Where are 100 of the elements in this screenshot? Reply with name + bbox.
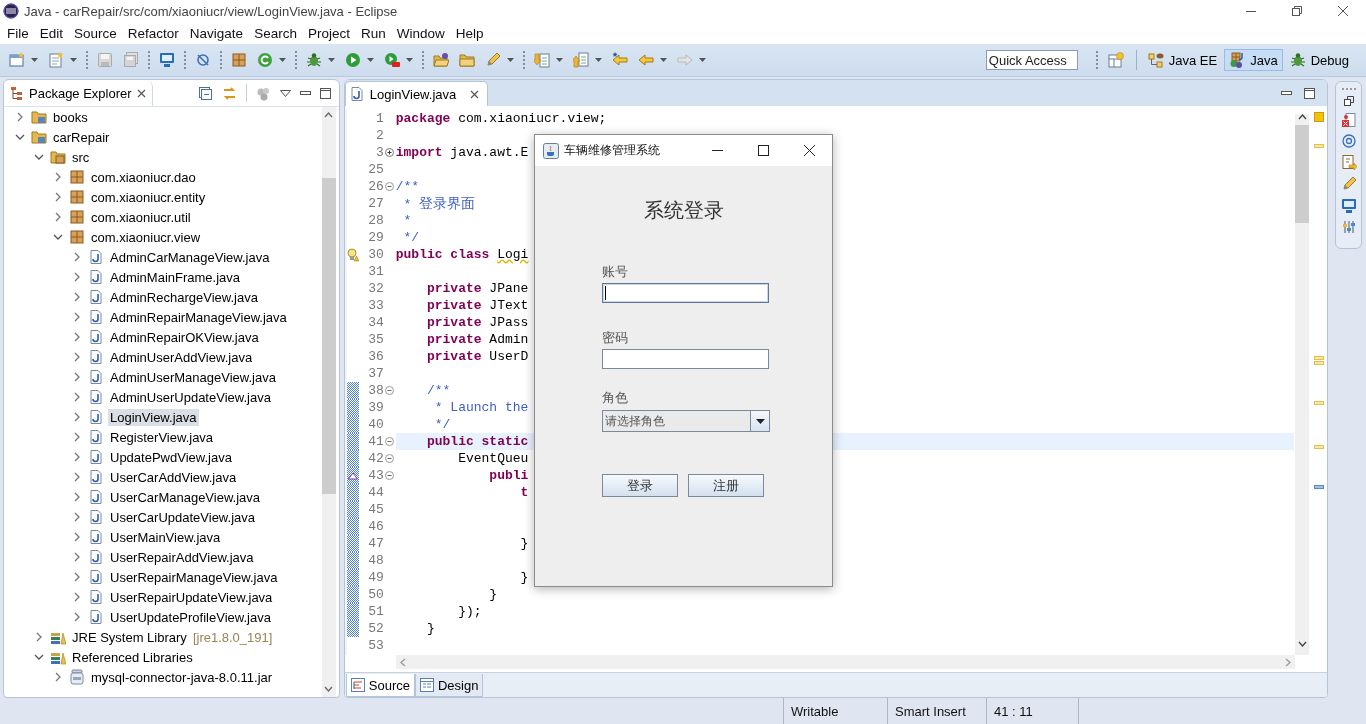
quick-access-field[interactable]: Quick Access bbox=[985, 50, 1078, 70]
tree-item[interactable]: src bbox=[70, 148, 92, 166]
tree-item[interactable]: AdminCarManageView.java bbox=[108, 248, 272, 266]
scrollbar[interactable] bbox=[321, 107, 336, 697]
tree-item[interactable]: JRE System Library bbox=[70, 628, 189, 646]
tree-item[interactable]: com.xiaoniucr.dao bbox=[89, 168, 198, 186]
collapse-fold-icon[interactable] bbox=[385, 182, 395, 191]
tree-item[interactable]: com.xiaoniucr.entity bbox=[89, 188, 208, 206]
arrow-left-icon[interactable] bbox=[638, 52, 654, 68]
pencil-icon[interactable] bbox=[485, 52, 501, 68]
document-arrow-up-icon[interactable] bbox=[573, 52, 589, 68]
link-arrows-icon[interactable] bbox=[221, 85, 237, 101]
tree-item[interactable]: AdminUserUpdateView.java bbox=[108, 388, 273, 406]
scroll-down-icon[interactable] bbox=[324, 686, 334, 692]
caret-icon[interactable] bbox=[507, 58, 514, 62]
scrollbar-thumb[interactable] bbox=[321, 178, 336, 494]
editor-mode-tab[interactable]: Source bbox=[345, 674, 415, 697]
scroll-up-icon[interactable] bbox=[324, 112, 334, 118]
menu-item[interactable]: Help bbox=[449, 23, 489, 43]
tree-item[interactable]: AdminRepairOKView.java bbox=[108, 328, 261, 346]
caret-icon[interactable] bbox=[406, 58, 413, 62]
restore-icon[interactable] bbox=[1343, 96, 1354, 106]
menu-item[interactable]: Navigate bbox=[183, 23, 249, 43]
maximize-icon[interactable] bbox=[1304, 87, 1316, 99]
caret-icon[interactable] bbox=[279, 58, 286, 62]
tree-item[interactable]: RegisterView.java bbox=[108, 428, 216, 446]
tree-item[interactable]: AdminRepairManageView.java bbox=[108, 308, 289, 326]
tree-item[interactable]: UserMainView.java bbox=[108, 528, 223, 546]
monitor-icon[interactable] bbox=[159, 52, 175, 68]
tree-item[interactable]: AdminUserManageView.java bbox=[108, 368, 278, 386]
close-icon[interactable] bbox=[470, 89, 480, 99]
role-dropdown[interactable]: 请选择角色 bbox=[602, 410, 770, 432]
scroll-up-icon[interactable] bbox=[1297, 114, 1307, 120]
editor-mode-tab[interactable]: Design bbox=[414, 674, 484, 697]
collapse-all-icon[interactable] bbox=[197, 85, 213, 101]
tree-item[interactable]: carRepair bbox=[51, 128, 112, 146]
minimize-icon[interactable] bbox=[1281, 91, 1293, 95]
filter-icon[interactable] bbox=[255, 85, 271, 101]
view-menu-icon[interactable] bbox=[279, 89, 291, 97]
tree-item[interactable]: UserRepairAddView.java bbox=[108, 548, 256, 566]
bug-icon[interactable] bbox=[306, 52, 322, 68]
tree-item[interactable]: UserRepairUpdateView.java bbox=[108, 588, 275, 606]
maximize-icon[interactable] bbox=[319, 87, 331, 99]
scrollbar-thumb[interactable] bbox=[1295, 125, 1310, 223]
minimize-icon[interactable] bbox=[299, 91, 311, 95]
window-plus-icon[interactable] bbox=[1107, 52, 1124, 68]
scroll-left-icon[interactable] bbox=[399, 657, 406, 667]
open-folder-icon[interactable] bbox=[433, 52, 449, 68]
menu-item[interactable]: Window bbox=[390, 23, 450, 43]
dialog-button[interactable]: 登录 bbox=[602, 474, 678, 497]
run-icon[interactable] bbox=[345, 52, 361, 68]
document-error-icon[interactable] bbox=[1340, 112, 1357, 128]
tree-item[interactable]: Referenced Libraries bbox=[70, 648, 195, 666]
sliders-icon[interactable] bbox=[1341, 220, 1356, 234]
tree-item[interactable]: com.xiaoniucr.view bbox=[89, 228, 203, 246]
run-tool-icon[interactable] bbox=[384, 52, 400, 68]
menu-item[interactable]: Run bbox=[354, 23, 391, 43]
tree-item[interactable]: UpdatePwdView.java bbox=[108, 448, 234, 466]
caret-icon[interactable] bbox=[367, 58, 374, 62]
pencil-icon[interactable] bbox=[1340, 176, 1357, 192]
tree-item[interactable]: AdminMainFrame.java bbox=[108, 268, 243, 286]
dialog-button[interactable]: 注册 bbox=[688, 474, 764, 497]
tree-item[interactable]: LoginView.java bbox=[108, 408, 199, 426]
caret-icon[interactable] bbox=[660, 58, 667, 62]
scroll-down-icon[interactable] bbox=[1297, 641, 1307, 647]
at-sign-icon[interactable] bbox=[1341, 134, 1356, 148]
menu-item[interactable]: Search bbox=[248, 23, 302, 43]
new-document-icon[interactable] bbox=[48, 52, 64, 68]
scroll-right-icon[interactable] bbox=[1285, 657, 1292, 667]
scrollbar[interactable] bbox=[395, 655, 1296, 669]
tree-item[interactable]: books bbox=[51, 108, 90, 126]
menu-item[interactable]: Project bbox=[301, 23, 355, 43]
tree-item[interactable]: UserCarUpdateView.java bbox=[108, 508, 257, 526]
tree-item[interactable]: UserUpdateProfileView.java bbox=[108, 608, 273, 626]
expand-fold-icon[interactable] bbox=[385, 148, 395, 157]
caret-icon[interactable] bbox=[699, 58, 706, 62]
collapse-fold-icon[interactable] bbox=[385, 454, 395, 463]
editor-tab[interactable]: LoginView.java bbox=[344, 81, 489, 106]
tree-item[interactable]: AdminRechargeView.java bbox=[108, 288, 260, 306]
menu-item[interactable]: Source bbox=[68, 23, 122, 43]
perspective-button[interactable]: Debug bbox=[1284, 49, 1354, 71]
caret-icon[interactable] bbox=[328, 58, 335, 62]
perspective-button[interactable]: Java bbox=[1224, 49, 1283, 71]
new-window-icon[interactable] bbox=[9, 52, 25, 68]
collapse-fold-icon[interactable] bbox=[385, 471, 395, 480]
tree-item[interactable]: UserCarManageView.java bbox=[108, 488, 263, 506]
folder-icon[interactable] bbox=[459, 52, 475, 68]
tree-item[interactable]: UserCarAddView.java bbox=[108, 468, 239, 486]
perspective-button[interactable]: Java EE bbox=[1142, 49, 1223, 71]
package-icon[interactable] bbox=[231, 52, 247, 68]
menu-item[interactable]: Edit bbox=[33, 23, 69, 43]
tree-item[interactable]: mysql-connector-java-8.0.11.jar bbox=[89, 668, 275, 686]
password-field[interactable] bbox=[602, 349, 769, 369]
tree-item[interactable]: UserRepairManageView.java bbox=[108, 568, 280, 586]
tree-item[interactable]: AdminUserAddView.java bbox=[108, 348, 255, 366]
caret-icon[interactable] bbox=[31, 58, 38, 62]
scrollbar[interactable] bbox=[1295, 114, 1310, 655]
monitor-icon[interactable] bbox=[1340, 198, 1357, 214]
back-arrow-icon[interactable] bbox=[612, 52, 628, 68]
crossed-link-icon[interactable] bbox=[195, 52, 211, 68]
